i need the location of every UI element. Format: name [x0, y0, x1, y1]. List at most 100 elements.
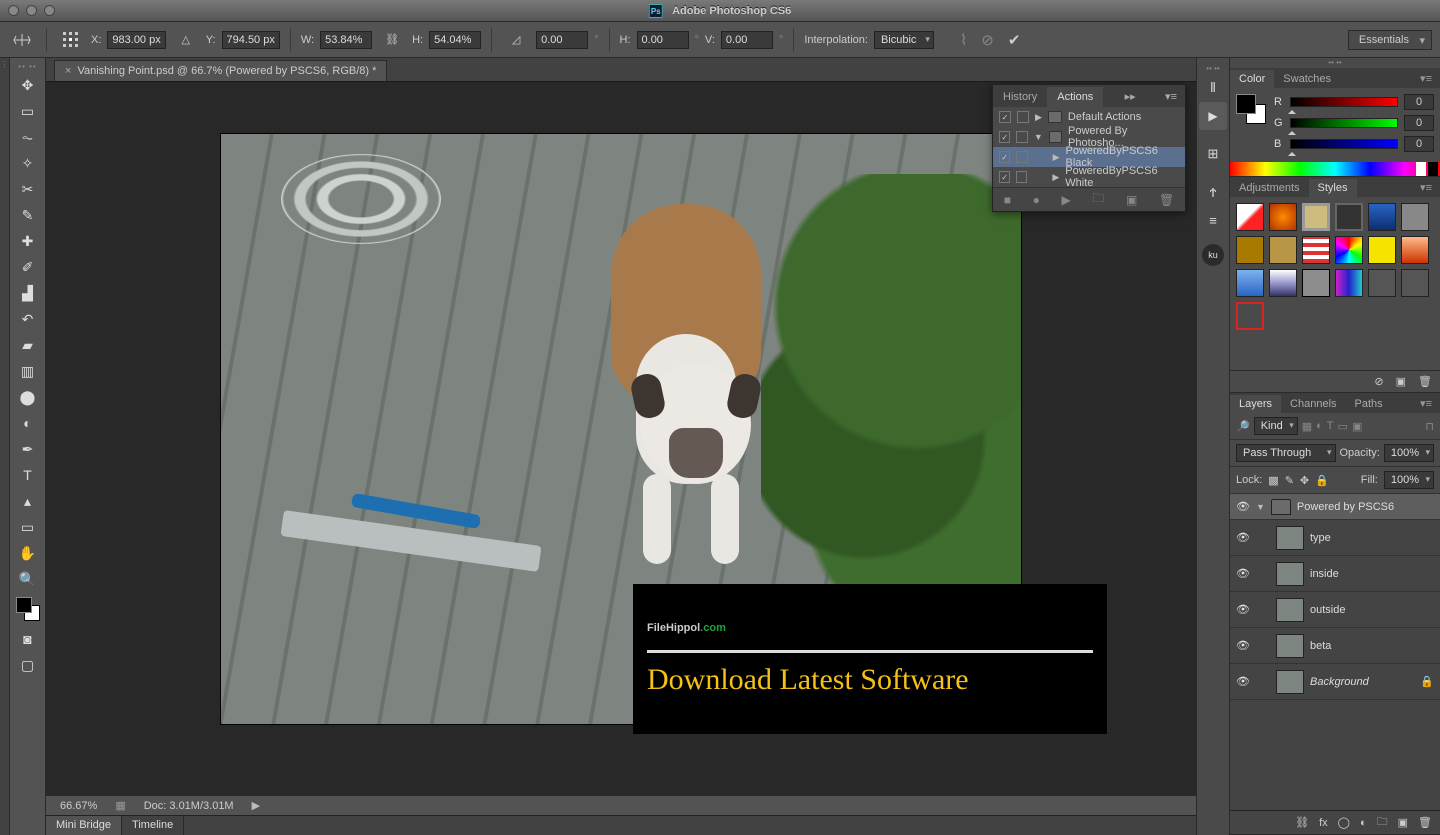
r-value[interactable]: 0 [1404, 94, 1434, 110]
lock-all-icon[interactable]: 🔒 [1315, 474, 1329, 487]
tab-layers[interactable]: Layers [1230, 395, 1281, 413]
interp-dropdown[interactable]: Bicubic [874, 31, 934, 49]
histogram-icon[interactable]: ⫴ [1199, 74, 1227, 102]
left-dock-strip[interactable]: ⋮ [0, 58, 10, 835]
group-icon[interactable]: 🗀 [1377, 813, 1388, 832]
paragraph-icon[interactable]: Ϯ [1199, 178, 1227, 206]
visibility-icon[interactable]: 👁 [1236, 675, 1250, 688]
path-select-tool-icon[interactable]: ▴ [14, 488, 42, 514]
tab-paths[interactable]: Paths [1346, 395, 1392, 413]
record-icon[interactable]: ● [1033, 193, 1040, 207]
trash-icon[interactable]: 🗑 [1159, 193, 1174, 207]
delete-style-icon[interactable]: 🗑 [1418, 375, 1432, 388]
visibility-icon[interactable]: 👁 [1236, 531, 1250, 544]
tab-styles[interactable]: Styles [1309, 179, 1357, 197]
quick-select-tool-icon[interactable]: ✧ [14, 150, 42, 176]
healing-tool-icon[interactable]: ✚ [14, 228, 42, 254]
cancel-transform-icon[interactable]: ⊘ [981, 31, 994, 49]
blur-tool-icon[interactable]: ⬤ [14, 384, 42, 410]
dodge-tool-icon[interactable]: ◐ [14, 410, 42, 436]
visibility-icon[interactable]: 👁 [1236, 500, 1250, 513]
filter-type-icon[interactable]: T [1327, 420, 1334, 432]
doc-size[interactable]: Doc: 3.01M/3.01M [144, 800, 234, 812]
color-menu-icon[interactable]: ▾≡ [1412, 69, 1440, 88]
actions-expand-icon[interactable]: ▸▸ [1117, 86, 1144, 107]
adjustment-layer-icon[interactable]: ◐ [1360, 817, 1367, 829]
style-swatch[interactable] [1302, 203, 1330, 231]
brush-presets-icon[interactable]: ≡ [1199, 206, 1227, 234]
style-swatch[interactable] [1269, 236, 1297, 264]
opacity-value[interactable]: 100% [1384, 444, 1434, 462]
filter-toggle-icon[interactable]: ⊓ [1425, 420, 1434, 433]
layer-row[interactable]: 👁beta [1230, 628, 1440, 664]
minimize-window[interactable] [26, 5, 37, 16]
status-preview-icon[interactable]: ▦ [115, 799, 125, 812]
y-value[interactable]: 794.50 px [222, 31, 280, 49]
character-icon[interactable]: ⊞ [1199, 140, 1227, 168]
mask-icon[interactable]: ◯ [1338, 816, 1350, 829]
g-value[interactable]: 0 [1404, 115, 1434, 131]
filter-adjust-icon[interactable]: ◐ [1316, 420, 1323, 432]
kuler-icon[interactable]: ku [1202, 244, 1224, 266]
clear-style-icon[interactable]: ⊘ [1374, 375, 1383, 388]
play-icon[interactable]: ▶ [1062, 193, 1071, 207]
layer-row[interactable]: 👁type [1230, 520, 1440, 556]
zoom-tool-icon[interactable]: 🔍 [14, 566, 42, 592]
g-slider[interactable] [1290, 118, 1398, 128]
lock-transparent-icon[interactable]: ▩ [1268, 474, 1278, 487]
delta-icon[interactable]: △ [172, 26, 200, 54]
crop-tool-icon[interactable]: ✂ [14, 176, 42, 202]
commit-transform-icon[interactable]: ✔ [1008, 31, 1021, 49]
style-swatch[interactable] [1302, 236, 1330, 264]
hskew-value[interactable]: 0.00 [637, 31, 689, 49]
eyedropper-tool-icon[interactable]: ✎ [14, 202, 42, 228]
stop-icon[interactable]: ■ [1004, 193, 1011, 207]
style-swatch[interactable] [1401, 203, 1429, 231]
transform-tool-icon[interactable] [8, 26, 36, 54]
layer-row[interactable]: 👁inside [1230, 556, 1440, 592]
tab-color[interactable]: Color [1230, 70, 1274, 88]
h-value[interactable]: 54.04% [429, 31, 481, 49]
angle-value[interactable]: 0.00 [536, 31, 588, 49]
w-value[interactable]: 53.84% [320, 31, 372, 49]
action-row[interactable]: ✓▶PoweredByPSCS6 Black [993, 147, 1185, 167]
style-swatch[interactable] [1335, 236, 1363, 264]
style-swatch[interactable] [1335, 203, 1363, 231]
color-spectrum[interactable] [1230, 162, 1440, 176]
tab-swatches[interactable]: Swatches [1274, 70, 1340, 88]
new-layer-icon[interactable]: ▣ [1398, 816, 1408, 829]
r-slider[interactable] [1290, 97, 1398, 107]
style-swatch[interactable] [1236, 236, 1264, 264]
new-set-icon[interactable]: 🗀 [1092, 189, 1104, 210]
filter-kind-dropdown[interactable]: Kind [1254, 417, 1298, 435]
tab-adjustments[interactable]: Adjustments [1230, 179, 1309, 197]
filter-pixel-icon[interactable]: ▦ [1302, 420, 1312, 433]
delete-layer-icon[interactable]: 🗑 [1418, 816, 1432, 829]
filter-shape-icon[interactable]: ▭ [1338, 420, 1348, 433]
visibility-icon[interactable]: 👁 [1236, 567, 1250, 580]
move-tool-icon[interactable]: ✥ [14, 72, 42, 98]
x-value[interactable]: 983.00 px [107, 31, 165, 49]
style-swatch[interactable] [1368, 203, 1396, 231]
tab-mini-bridge[interactable]: Mini Bridge [46, 816, 122, 835]
workspace-dropdown[interactable]: Essentials [1348, 30, 1432, 50]
link-icon[interactable]: ⛓ [378, 26, 406, 54]
style-swatch[interactable] [1368, 236, 1396, 264]
filter-search-icon[interactable]: 🔎 [1236, 420, 1250, 433]
fx-icon[interactable]: fx [1319, 817, 1328, 829]
blend-mode-dropdown[interactable]: Pass Through [1236, 444, 1336, 462]
layers-menu-icon[interactable]: ▾≡ [1412, 394, 1440, 413]
type-tool-icon[interactable]: T [14, 462, 42, 488]
status-arrow-icon[interactable]: ▶ [252, 799, 260, 812]
fill-value[interactable]: 100% [1384, 471, 1434, 489]
tab-channels[interactable]: Channels [1281, 395, 1345, 413]
close-tab-icon[interactable]: × [65, 65, 71, 77]
marquee-tool-icon[interactable]: ▭ [14, 98, 42, 124]
vskew-value[interactable]: 0.00 [721, 31, 773, 49]
zoom-window[interactable] [44, 5, 55, 16]
layer-row[interactable]: 👁Background🔒 [1230, 664, 1440, 700]
brush-tool-icon[interactable]: ✐ [14, 254, 42, 280]
style-swatch[interactable] [1236, 203, 1264, 231]
gradient-tool-icon[interactable]: ▥ [14, 358, 42, 384]
reference-point-icon[interactable] [57, 26, 85, 54]
